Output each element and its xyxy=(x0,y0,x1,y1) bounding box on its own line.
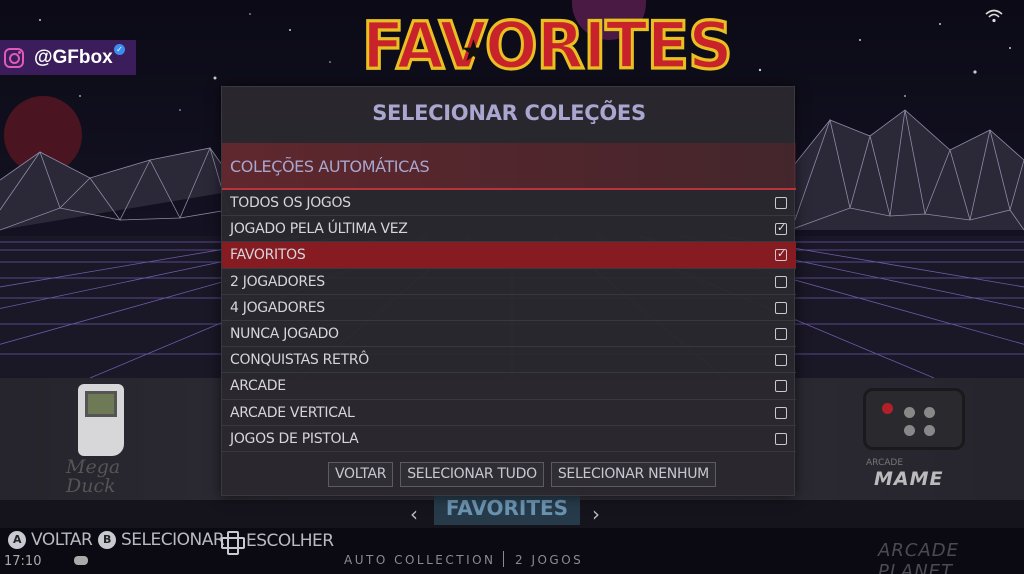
collection-row-label: NUNCA JOGADO xyxy=(230,325,339,342)
controller-icon xyxy=(74,556,88,565)
view-logo: FAVORITES xyxy=(361,6,735,86)
carousel-system-left-name: Mega Duck xyxy=(66,456,121,497)
section-label: COLEÇÕES AUTOMÁTICAS xyxy=(230,157,430,176)
collection-checkbox[interactable] xyxy=(775,301,787,314)
a-button-icon: A xyxy=(8,531,26,549)
collection-row-label: 4 JOGADORES xyxy=(230,299,325,316)
collection-checkbox[interactable] xyxy=(775,327,787,340)
dialog-buttons: VOLTAR SELECIONAR TUDO SELECIONAR NENHUM xyxy=(328,462,716,487)
help-select-label: SELECIONAR xyxy=(121,530,225,550)
collection-row[interactable]: JOGOS DE PISTOLA xyxy=(222,426,796,452)
collection-checkbox[interactable] xyxy=(775,354,787,367)
collection-row-label: TODOS OS JOGOS xyxy=(230,195,351,211)
collection-checkbox[interactable]: ✓ xyxy=(775,247,787,262)
section-header: COLEÇÕES AUTOMÁTICAS xyxy=(222,143,796,190)
collection-row-label: 2 JOGADORES xyxy=(230,273,325,290)
back-button[interactable]: VOLTAR xyxy=(328,462,394,487)
handheld-console-icon xyxy=(78,384,124,456)
clock: 17:10 xyxy=(4,554,42,569)
collection-type: AUTO COLLECTION xyxy=(344,553,496,567)
collection-row-label: ARCADE VERTICAL xyxy=(230,404,355,421)
check-icon: ✓ xyxy=(777,221,787,235)
collection-checkbox[interactable] xyxy=(775,406,787,419)
carousel-system-right-label: ARCADE xyxy=(866,458,904,468)
logo-star-icon: ★ xyxy=(460,34,487,69)
collection-row[interactable]: 4 JOGADORES xyxy=(222,295,796,321)
carousel-system-right-name: MAME xyxy=(874,468,944,490)
collection-row[interactable]: 2 JOGADORES xyxy=(222,269,796,295)
collection-checkbox[interactable] xyxy=(775,432,787,445)
b-button-icon: B xyxy=(98,531,116,549)
collection-checkbox[interactable] xyxy=(775,275,787,288)
chevron-left-icon[interactable]: ‹ xyxy=(410,502,418,526)
instagram-icon xyxy=(4,47,24,68)
collection-row-label: CONQUISTAS RETRÔ xyxy=(230,352,370,369)
collection-row-label: ARCADE xyxy=(230,378,286,395)
collection-row[interactable]: JOGADO PELA ÚLTIMA VEZ ✓ xyxy=(222,216,796,243)
wifi-icon xyxy=(985,9,1003,23)
collection-list: TODOS OS JOGOS JOGADO PELA ÚLTIMA VEZ ✓ FAV… xyxy=(222,190,796,452)
help-select: B SELECIONAR xyxy=(98,530,225,550)
select-none-button[interactable]: SELECIONAR NENHUM xyxy=(550,462,716,487)
collection-row[interactable]: ARCADE VERTICAL xyxy=(222,400,796,426)
collection-checkbox[interactable]: ✓ xyxy=(775,221,787,236)
collection-divider xyxy=(503,551,504,567)
select-all-button[interactable]: SELECIONAR TUDO xyxy=(400,462,544,487)
collection-row[interactable]: CONQUISTAS RETRÔ xyxy=(222,347,796,374)
social-handle: @GFbox xyxy=(34,46,113,68)
collection-row[interactable]: ARCADE xyxy=(222,373,796,400)
collection-checkbox[interactable] xyxy=(775,380,787,393)
collection-row-label: FAVORITOS xyxy=(230,247,306,264)
dpad-icon xyxy=(220,530,245,555)
dialog-title: SELECIONAR COLEÇÕES xyxy=(372,101,646,125)
help-choose-label: ESCOLHER xyxy=(246,531,334,551)
game-count: 2 JOGOS xyxy=(515,553,584,567)
verified-icon: ✓ xyxy=(114,44,125,55)
help-back-label: VOLTAR xyxy=(31,530,93,550)
help-back: A VOLTAR xyxy=(8,530,93,550)
brand-logo: ARCADE PLANET xyxy=(878,540,959,574)
collection-row[interactable]: TODOS OS JOGOS xyxy=(222,190,796,217)
current-collection-logo: FAVORITES xyxy=(434,491,580,525)
select-collections-dialog: SELECIONAR COLEÇÕES COLEÇÕES AUTOMÁTICAS… xyxy=(221,86,796,496)
collection-checkbox[interactable] xyxy=(775,197,787,209)
carousel-system-right[interactable] xyxy=(863,388,965,450)
chevron-right-icon[interactable]: › xyxy=(592,502,600,526)
collection-row[interactable]: NUNCA JOGADO xyxy=(222,321,796,348)
collection-row[interactable]: FAVORITOS ✓ xyxy=(222,242,796,269)
help-choose: ESCOLHER xyxy=(220,530,334,555)
collection-row-label: JOGADO PELA ÚLTIMA VEZ xyxy=(230,221,408,238)
collection-row-label: JOGOS DE PISTOLA xyxy=(230,430,359,447)
check-icon: ✓ xyxy=(777,247,787,261)
